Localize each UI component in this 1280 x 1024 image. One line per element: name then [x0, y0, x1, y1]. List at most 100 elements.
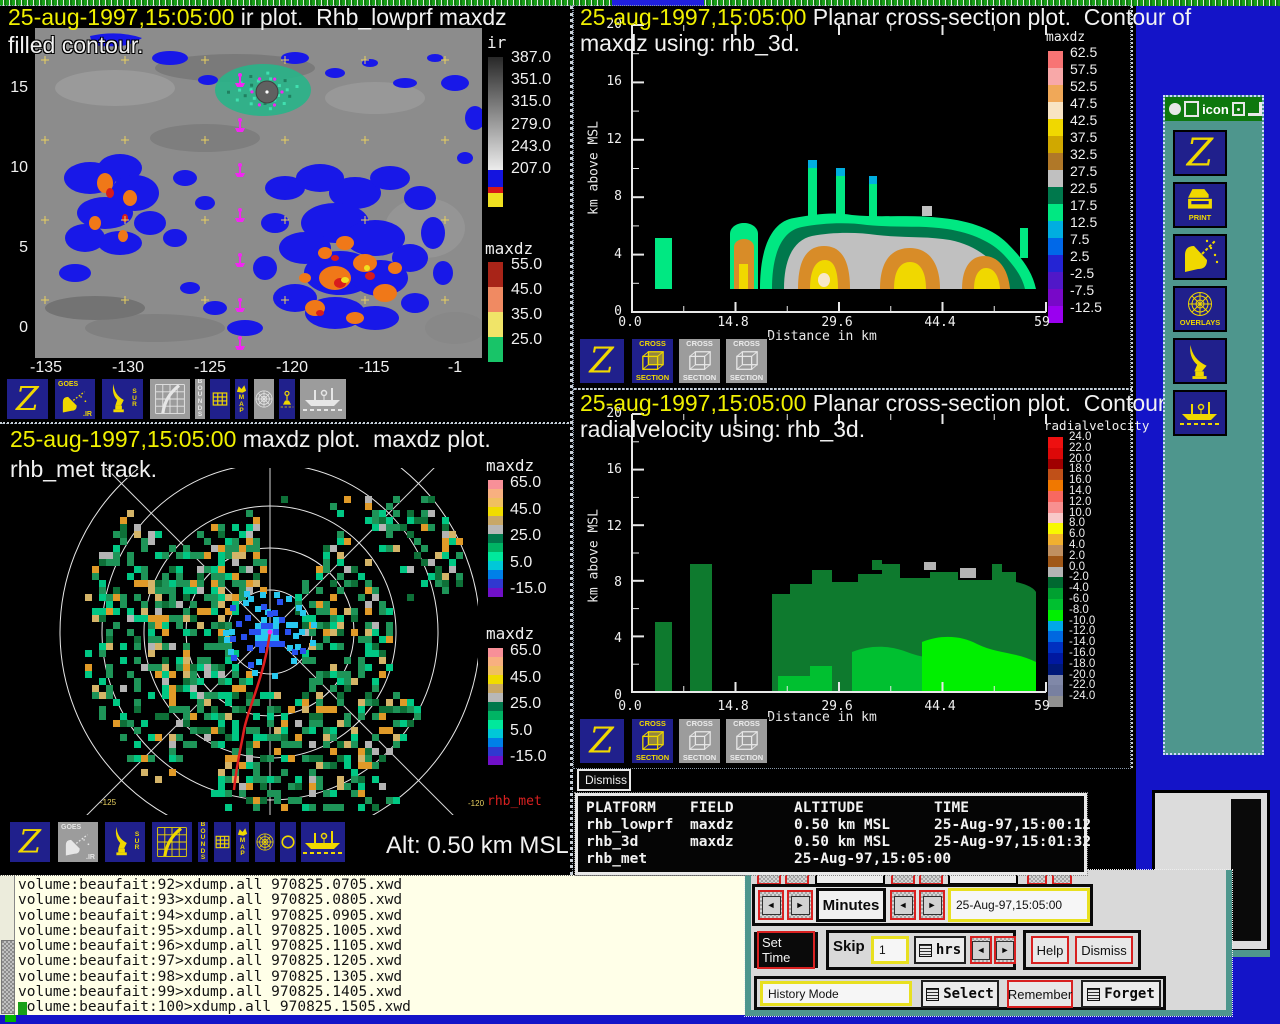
toolbar-goes-ir-button[interactable]: GOES.IR: [56, 820, 100, 864]
toolbar-bounds-button[interactable]: BOUNDS: [193, 377, 207, 421]
toolbar-grid-button[interactable]: [208, 377, 232, 421]
colorbar-cell: [488, 193, 503, 207]
toolbar-cross-section-button[interactable]: CROSSSECTION: [677, 337, 722, 385]
toolbar-cross-section-button[interactable]: CROSSSECTION: [677, 717, 722, 765]
palette-overlays-button[interactable]: OVERLAYS: [1173, 286, 1227, 332]
icon-palette-window: icon Z PRINT OVERLAYS: [1163, 95, 1264, 755]
colorbar-cell: [1048, 599, 1063, 610]
axis-tick-label: 12: [598, 519, 622, 534]
axis-tick-label: 8: [598, 189, 622, 204]
skip-units-button[interactable]: hrs: [914, 936, 966, 964]
terminal-scrollbar-thumb[interactable]: [1, 940, 15, 1014]
toolbar-z-button[interactable]: Z: [5, 377, 50, 421]
radar-panel-time: 25-aug-1997,15:05:00: [10, 426, 236, 452]
terminal-line: volume:beaufait:95>xdump.all 970825.1005…: [18, 924, 411, 939]
axis-tick-label: 12: [598, 132, 622, 147]
icon-palette-titlebar[interactable]: icon: [1165, 97, 1262, 121]
section-label: SECTION: [683, 754, 716, 762]
toolbar-sur-button[interactable]: SUR: [100, 377, 145, 421]
ir-panel-subtitle: filled contour.: [8, 32, 144, 59]
restore-icon[interactable]: [1232, 102, 1246, 116]
skip-back-button[interactable]: ◄: [970, 936, 992, 964]
toolbar-cross-section-button[interactable]: CROSSSECTION: [630, 717, 675, 765]
colorbar-cell: [488, 525, 503, 534]
iconify-icon[interactable]: [1184, 101, 1200, 117]
svg-text:Z: Z: [18, 824, 42, 860]
dismiss-button[interactable]: Dismiss: [1075, 936, 1133, 964]
toolbar-grid-track-button[interactable]: [148, 377, 192, 421]
toolbar-cross-section-button[interactable]: CROSSSECTION: [724, 337, 769, 385]
section-label: SECTION: [730, 754, 763, 762]
palette-print-button[interactable]: PRINT: [1173, 182, 1227, 228]
xsec1-subtitle: maxdz using: rhb_3d.: [580, 30, 800, 57]
toolbar-z-button[interactable]: Z: [578, 337, 626, 385]
palette-radar-button[interactable]: [1173, 338, 1227, 384]
window-menu-icon[interactable]: [1169, 103, 1181, 115]
toolbar-goes-ir-button[interactable]: GOES.IR: [53, 377, 97, 421]
toolbar-rings-button[interactable]: [253, 820, 277, 864]
axis-tick-label: 0: [2, 319, 28, 337]
ir-panel-title: 25-aug-1997,15:05:00 ir plot. Rhb_lowprf…: [8, 4, 507, 31]
minutes-button[interactable]: Minutes: [816, 888, 886, 922]
toolbar-cross-section-button[interactable]: CROSSSECTION: [724, 717, 769, 765]
svg-text:Z: Z: [15, 381, 40, 417]
colorbar-value: 35.0: [511, 306, 542, 324]
radar-ppi-plot[interactable]: [8, 468, 478, 815]
toolbar-grid-track-button[interactable]: [150, 820, 194, 864]
minutes-forward-button[interactable]: ►: [787, 890, 813, 920]
toolbar-cross-section-button[interactable]: CROSSSECTION: [630, 337, 675, 385]
skip-field[interactable]: 1: [871, 936, 909, 964]
toolbar-buoy-button[interactable]: [277, 377, 297, 421]
toolbar-ship-button[interactable]: [298, 377, 348, 421]
colorbar-cell: [488, 561, 503, 570]
toolbar-map-button[interactable]: MAP: [234, 820, 251, 864]
colorbar-cell: [488, 729, 503, 738]
table-header: ALTITUDE: [794, 800, 864, 816]
colorbar-cell: [488, 657, 503, 666]
toolbar-rings-button[interactable]: [252, 377, 276, 421]
skip-forward-button[interactable]: ►: [994, 936, 1016, 964]
cross-section-velocity-plot[interactable]: [622, 408, 1050, 703]
colorbar-value: 42.5: [1070, 112, 1097, 128]
colorbar-cell: [1048, 545, 1063, 556]
terminal-window[interactable]: volume:beaufait:92>xdump.all 970825.0705…: [0, 875, 745, 1015]
cross-section-maxdz-plot[interactable]: [622, 18, 1050, 318]
xsec2-time: 25-aug-1997,15:05:00: [580, 390, 806, 416]
palette-zebra-button[interactable]: Z: [1173, 130, 1227, 176]
colorbar-cell: [1048, 502, 1063, 513]
toolbar-bounds-button[interactable]: BOUNDS: [196, 820, 210, 864]
xsec1-title: 25-aug-1997,15:05:00 Planar cross-sectio…: [580, 4, 1191, 31]
step-forward-button[interactable]: ►: [919, 890, 945, 920]
colorbar-value: 32.5: [1070, 146, 1097, 162]
colorbar-cell: [488, 516, 503, 525]
toolbar-ship-button[interactable]: [299, 820, 347, 864]
maximize-icon[interactable]: [1248, 102, 1262, 116]
toolbar-z-button[interactable]: Z: [8, 820, 52, 864]
datetime-field[interactable]: 25-Aug-97,15:05:00: [948, 888, 1090, 922]
palette-satellite-button[interactable]: [1173, 234, 1227, 280]
palette-ship-button[interactable]: [1173, 390, 1227, 436]
axis-tick-label: -135: [30, 359, 62, 377]
terminal-cursor: [18, 1002, 27, 1015]
set-time-button[interactable]: Set Time: [754, 932, 818, 968]
ir-satellite-image[interactable]: [35, 28, 482, 358]
toolbar-circle-button[interactable]: [278, 820, 298, 864]
minutes-back-button[interactable]: ◄: [758, 890, 784, 920]
remember-button[interactable]: Remember: [1007, 980, 1073, 1008]
select-button[interactable]: Select: [921, 980, 999, 1008]
history-mode-field[interactable]: History Mode: [760, 981, 912, 1006]
axis-tick-label: 44.4: [924, 315, 955, 330]
toolbar-grid-button[interactable]: [212, 820, 233, 864]
left-arrow-icon: ◄: [762, 896, 781, 915]
terminal-line: volume:beaufait:99>xdump.all 970825.1405…: [18, 985, 411, 1000]
axis-tick-label: 59: [1034, 699, 1050, 714]
toolbar-map-button[interactable]: MAP: [233, 377, 250, 421]
colorbar-cell: [488, 489, 503, 498]
step-back-button[interactable]: ◄: [890, 890, 916, 920]
forget-button[interactable]: Forget: [1081, 980, 1161, 1008]
toolbar-z-button[interactable]: Z: [578, 717, 626, 765]
help-button[interactable]: Help: [1031, 936, 1069, 964]
toolbar-sur-button[interactable]: SUR: [103, 820, 147, 864]
xsec-dismiss-button[interactable]: Dismiss: [577, 769, 631, 791]
colorbar-cell: [488, 702, 503, 711]
